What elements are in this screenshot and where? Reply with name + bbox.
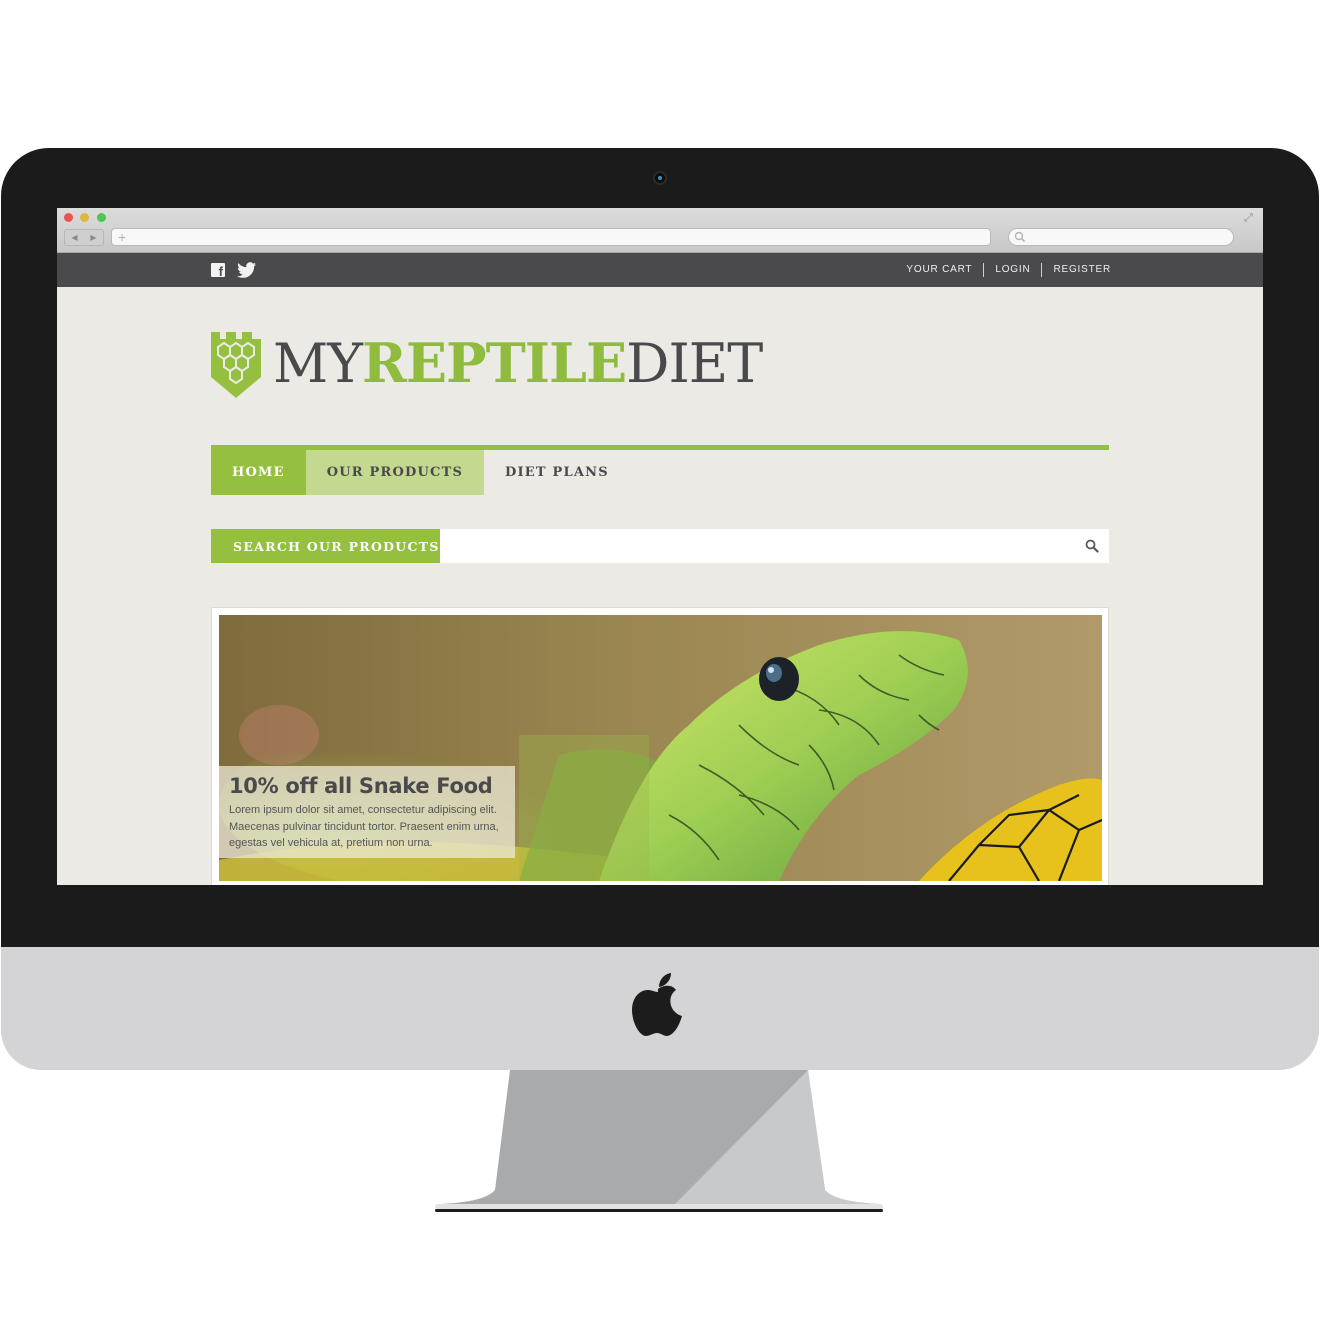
logo-text-diet: DIET	[626, 332, 763, 395]
promo-title[interactable]: 10% off all Snake Food	[229, 773, 505, 799]
nav-tab-our-products[interactable]: OUR PRODUCTS	[305, 450, 485, 495]
close-window-button[interactable]	[64, 213, 73, 222]
hero-banner[interactable]: 10% off all Snake Food Lorem ipsum dolor…	[219, 615, 1102, 881]
plus-icon[interactable]: +	[118, 228, 126, 246]
search-label: SEARCH OUR PRODUCTS	[211, 529, 440, 563]
register-link[interactable]: REGISTER	[1041, 263, 1111, 277]
browser-toolbar: ◀ ▶ + ⤢	[57, 208, 1263, 253]
login-link[interactable]: LOGIN	[983, 263, 1041, 277]
browser-search-field[interactable]	[1008, 228, 1234, 246]
product-search-input[interactable]	[440, 529, 1080, 563]
site-top-bar: f YOUR CART LOGIN REGISTER	[57, 253, 1263, 287]
address-bar[interactable]: +	[111, 228, 991, 246]
account-links: YOUR CART LOGIN REGISTER	[895, 253, 1111, 287]
browser-search-icon	[1014, 231, 1026, 243]
promo-description: Lorem ipsum dolor sit amet, consectetur …	[229, 804, 499, 849]
nav-tab-diet-plans[interactable]: DIET PLANS	[484, 450, 630, 495]
zoom-window-button[interactable]	[97, 213, 106, 222]
twitter-icon[interactable]	[237, 262, 257, 278]
minimize-window-button[interactable]	[80, 213, 89, 222]
fullscreen-icon[interactable]: ⤢	[1244, 213, 1253, 224]
monitor-stand	[435, 1070, 883, 1212]
product-search-bar: SEARCH OUR PRODUCTS	[211, 529, 1109, 563]
back-arrow-icon[interactable]: ◀	[71, 233, 77, 242]
search-icon[interactable]	[1085, 539, 1099, 553]
imac-mockup: ◀ ▶ + ⤢ f YOUR CART LOGIN REGISTER MYREP…	[0, 0, 1320, 1331]
logo-shield-icon[interactable]	[210, 331, 262, 399]
webcam-icon	[653, 171, 667, 185]
back-forward-buttons: ◀ ▶	[64, 229, 104, 246]
logo-text-reptile: REPTILE	[361, 331, 627, 395]
logo-text-my: MY	[273, 332, 363, 395]
browser-window: ◀ ▶ + ⤢ f YOUR CART LOGIN REGISTER MYREP…	[57, 208, 1263, 885]
facebook-icon[interactable]: f	[211, 263, 225, 279]
your-cart-link[interactable]: YOUR CART	[895, 263, 983, 277]
hero-banner-frame: 10% off all Snake Food Lorem ipsum dolor…	[211, 607, 1109, 885]
forward-arrow-icon[interactable]: ▶	[90, 233, 96, 242]
main-nav: HOME OUR PRODUCTS DIET PLANS	[211, 450, 630, 495]
apple-logo-icon	[632, 973, 682, 1036]
promo-caption: 10% off all Snake Food Lorem ipsum dolor…	[219, 766, 515, 858]
site-logo-text[interactable]: MYREPTILEDIET	[273, 328, 763, 399]
nav-tab-home[interactable]: HOME	[211, 450, 306, 495]
